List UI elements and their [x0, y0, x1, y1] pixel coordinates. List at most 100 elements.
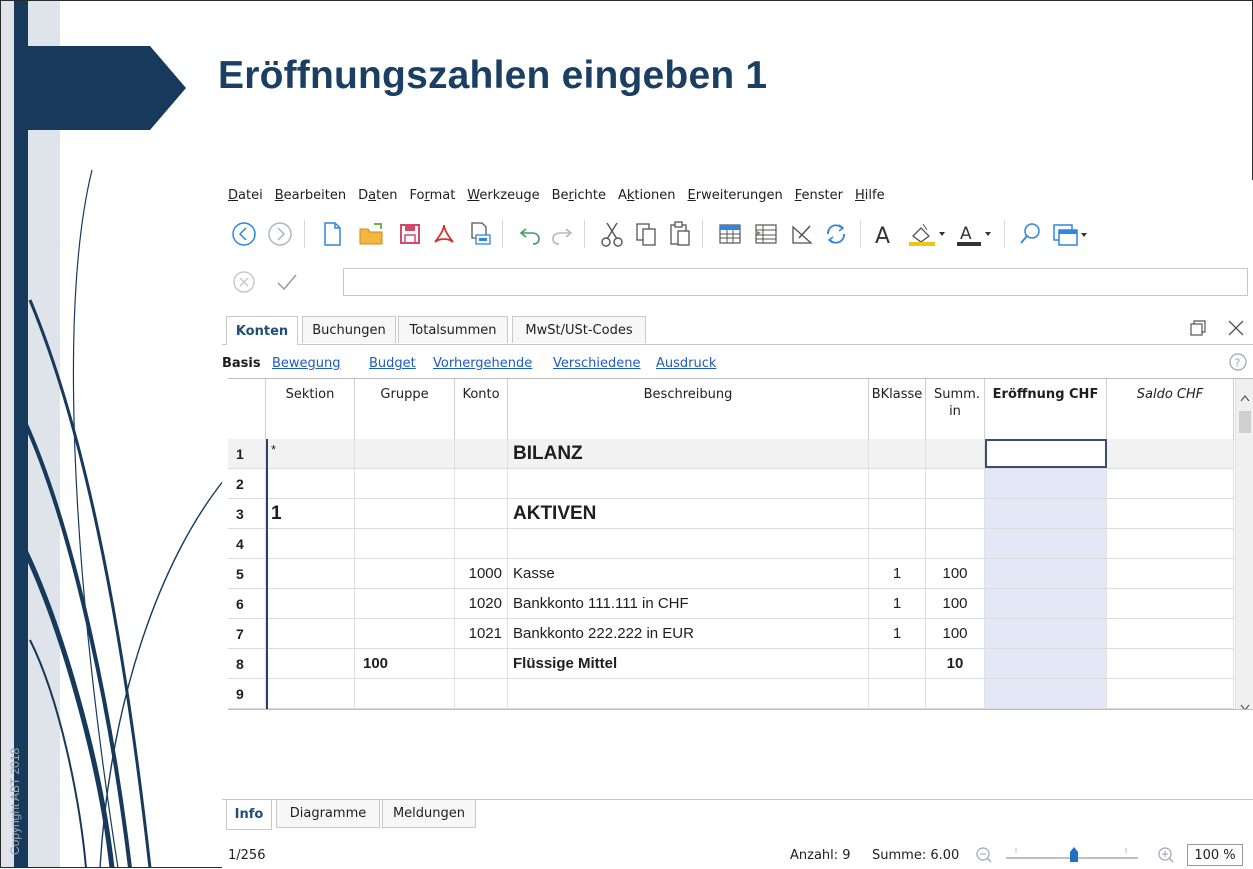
- cell-eroeffnung[interactable]: [985, 679, 1107, 708]
- cell-beschreibung[interactable]: Flüssige Mittel: [508, 649, 869, 678]
- cell-bklasse[interactable]: [869, 439, 926, 468]
- add-rows-icon[interactable]: [748, 214, 784, 254]
- cell-gruppe[interactable]: [355, 679, 455, 708]
- cell-sektion[interactable]: [266, 649, 355, 678]
- cell-sektion[interactable]: [266, 559, 355, 588]
- table-row[interactable]: 9: [228, 679, 1234, 709]
- window-icon[interactable]: [1048, 214, 1092, 254]
- paste-icon[interactable]: [662, 214, 698, 254]
- tab-diagramme[interactable]: Diagramme: [276, 800, 380, 828]
- cell-summ-in[interactable]: [926, 679, 985, 708]
- zoom-level[interactable]: 100 %: [1187, 844, 1243, 866]
- cell-summ-in[interactable]: [926, 469, 985, 498]
- column-header-bklasse[interactable]: BKlasse: [869, 379, 926, 439]
- menu-item[interactable]: Format: [409, 186, 455, 208]
- cell-gruppe[interactable]: [355, 499, 455, 528]
- cell-bklasse[interactable]: [869, 529, 926, 558]
- cell-summ-in[interactable]: [926, 439, 985, 468]
- cell-bklasse[interactable]: 1: [869, 559, 926, 588]
- insert-row-icon[interactable]: [712, 214, 748, 254]
- cell-eroeffnung[interactable]: [985, 469, 1107, 498]
- cell-sektion[interactable]: 1: [266, 499, 355, 528]
- cell-saldo[interactable]: [1107, 589, 1234, 618]
- menu-item[interactable]: Erweiterungen: [688, 186, 783, 208]
- menu-item[interactable]: Datei: [228, 186, 263, 208]
- cell-konto[interactable]: [455, 679, 508, 708]
- search-icon[interactable]: [1012, 214, 1048, 254]
- menu-item[interactable]: Aktionen: [618, 186, 676, 208]
- view-ausdruck[interactable]: Ausdruck: [656, 356, 716, 371]
- edit-icon[interactable]: [784, 214, 820, 254]
- tab-info[interactable]: Info: [226, 800, 272, 830]
- cell-konto[interactable]: [455, 499, 508, 528]
- forward-icon[interactable]: [262, 214, 298, 254]
- save-icon[interactable]: [392, 214, 428, 254]
- column-header-beschreibung[interactable]: Beschreibung: [508, 379, 869, 439]
- cell-konto[interactable]: 1020: [455, 589, 508, 618]
- cell-sektion[interactable]: [266, 469, 355, 498]
- cell-bklasse[interactable]: [869, 679, 926, 708]
- cell-saldo[interactable]: [1107, 679, 1234, 708]
- cell-konto[interactable]: [455, 649, 508, 678]
- tab-mwst-codes[interactable]: MwSt/USt-Codes: [512, 316, 646, 343]
- scrollbar-thumb[interactable]: [1239, 411, 1251, 433]
- view-vorhergehende[interactable]: Vorhergehende: [433, 356, 532, 371]
- column-header-konto[interactable]: Konto: [455, 379, 508, 439]
- cell-summ-in[interactable]: 10: [926, 649, 985, 678]
- cell-eroeffnung[interactable]: [985, 529, 1107, 558]
- copy-icon[interactable]: [628, 214, 664, 254]
- cell-summ-in[interactable]: [926, 529, 985, 558]
- cell-sektion[interactable]: [266, 679, 355, 708]
- zoom-slider[interactable]: [1002, 844, 1142, 864]
- menu-item[interactable]: Bearbeiten: [275, 186, 346, 208]
- cancel-edit-icon[interactable]: [232, 270, 256, 298]
- fill-color-icon[interactable]: [904, 214, 952, 254]
- redo-icon[interactable]: [544, 214, 580, 254]
- view-bewegung[interactable]: Bewegung: [272, 356, 341, 371]
- cell-beschreibung[interactable]: [508, 469, 869, 498]
- cell-gruppe[interactable]: [355, 469, 455, 498]
- cell-sektion[interactable]: *: [266, 439, 355, 468]
- cell-beschreibung[interactable]: Bankkonto 222.222 in EUR: [508, 619, 869, 648]
- table-row[interactable]: 8 100 Flüssige Mittel 10: [228, 649, 1234, 679]
- cell-bklasse[interactable]: [869, 469, 926, 498]
- column-header-eroeffnung[interactable]: Eröffnung CHF: [985, 379, 1107, 439]
- menu-item[interactable]: Hilfe: [855, 186, 885, 208]
- table-row[interactable]: 6 1020 Bankkonto 111.111 in CHF 1 100: [228, 589, 1234, 619]
- cell-bklasse[interactable]: [869, 649, 926, 678]
- cell-bklasse[interactable]: 1: [869, 619, 926, 648]
- column-header-gruppe[interactable]: Gruppe: [355, 379, 455, 439]
- cut-icon[interactable]: [594, 214, 630, 254]
- cell-sektion[interactable]: [266, 529, 355, 558]
- cell-konto[interactable]: [455, 439, 508, 468]
- font-icon[interactable]: A: [866, 214, 902, 254]
- table-row[interactable]: 1 * BILANZ: [228, 439, 1234, 469]
- table-row[interactable]: 2: [228, 469, 1234, 499]
- cell-eroeffnung[interactable]: [985, 559, 1107, 588]
- cell-gruppe[interactable]: 100: [355, 649, 455, 678]
- undo-icon[interactable]: [512, 214, 548, 254]
- cell-beschreibung[interactable]: AKTIVEN: [508, 499, 869, 528]
- cell-eroeffnung[interactable]: [985, 619, 1107, 648]
- tab-buchungen[interactable]: Buchungen: [302, 316, 396, 343]
- cell-summ-in[interactable]: [926, 499, 985, 528]
- column-header-saldo[interactable]: Saldo CHF: [1107, 379, 1234, 439]
- cell-konto[interactable]: 1000: [455, 559, 508, 588]
- table-row[interactable]: 7 1021 Bankkonto 222.222 in EUR 1 100: [228, 619, 1234, 649]
- view-verschiedene[interactable]: Verschiedene: [553, 356, 640, 371]
- zoom-out-icon[interactable]: [974, 845, 994, 869]
- column-header-summ-in[interactable]: Summ. in: [926, 379, 985, 439]
- cell-saldo[interactable]: [1107, 439, 1234, 468]
- cell-gruppe[interactable]: [355, 619, 455, 648]
- table-row[interactable]: 4: [228, 529, 1234, 559]
- view-basis[interactable]: Basis: [222, 356, 261, 371]
- table-row[interactable]: 5 1000 Kasse 1 100: [228, 559, 1234, 589]
- back-icon[interactable]: [226, 214, 262, 254]
- cell-gruppe[interactable]: [355, 589, 455, 618]
- cell-konto[interactable]: [455, 529, 508, 558]
- tab-totalsummen[interactable]: Totalsummen: [398, 316, 508, 343]
- new-file-icon[interactable]: [314, 214, 350, 254]
- cell-bklasse[interactable]: [869, 499, 926, 528]
- menu-item[interactable]: Fenster: [795, 186, 843, 208]
- restore-window-icon[interactable]: [1188, 318, 1208, 342]
